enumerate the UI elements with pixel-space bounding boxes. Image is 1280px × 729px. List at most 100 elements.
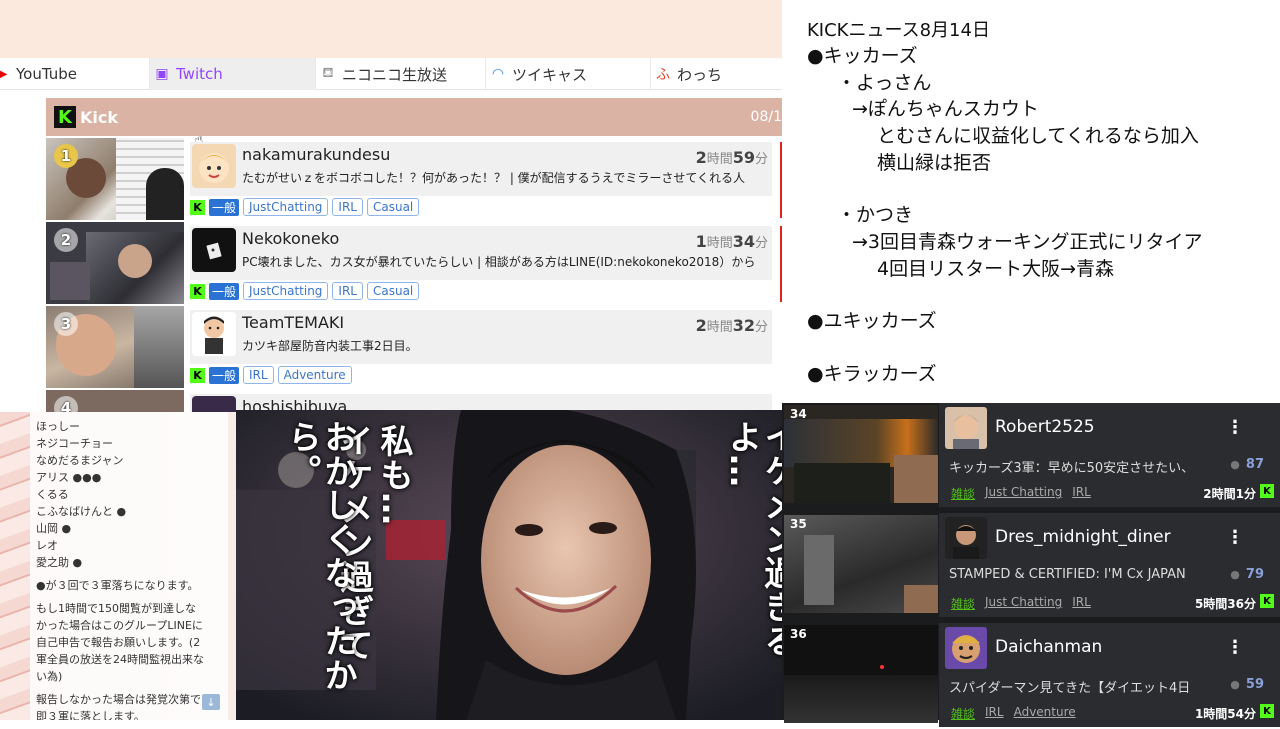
stream-thumbnail[interactable]: 4 [46,390,184,412]
stream-thumbnail[interactable]: 35 [784,515,938,613]
rank-badge: 2 [54,228,78,252]
kick-icon: K [1260,594,1274,608]
avatar [192,144,236,188]
tab-niconico[interactable]: ⛾ ニコニコ生放送 [316,58,486,90]
stream-description: たむがせいｚをボコボコした！？何があった！？ | 僕が配信するうえでミラーさせて… [242,171,745,185]
tag[interactable]: Casual [366,282,420,300]
notes-line: ・よっさん [837,72,932,94]
kick-icon: K [190,283,205,299]
tag-link[interactable]: IRL [985,705,1004,722]
ranking-item[interactable]: 36 Daichanman ⋮ スパイダーマン見てきた【ダイエット4日 ● 59 … [782,623,1280,729]
chat-line: レオ [36,539,58,552]
category-badge[interactable]: 一般 [209,282,240,300]
notes-line: ●キラッカーズ [807,363,937,385]
stream-info[interactable]: Daichanman ⋮ スパイダーマン見てきた【ダイエット4日 ● 59 雑談 … [939,623,1280,727]
tab-whowatch[interactable]: ふ わっち [651,58,782,90]
chat-line: い為) [36,670,63,683]
stream-card[interactable]: Nekokoneko 1時間34分 PC壊れました、カス女が暴れていたらしい |… [190,226,772,280]
rank-number: 35 [790,517,807,531]
stream-tags: K 一般 JustChatting IRL Casual [190,198,420,216]
tag[interactable]: IRL [332,282,363,300]
tag-link[interactable]: Just Chatting [985,595,1062,612]
stream-thumbnail[interactable]: 2 [46,222,184,304]
scroll-down-icon[interactable]: ↓ [202,694,220,710]
news-notes: KICKニュース8月14日 ●キッカーズ ・よっさん →ぽんちゃんスカウト とむ… [782,0,1280,403]
tag-link[interactable]: Just Chatting [985,485,1062,502]
category-badge[interactable]: 一般 [209,366,240,384]
tag-link[interactable]: IRL [1072,595,1091,612]
category-badge[interactable]: 一般 [209,198,240,216]
tag[interactable]: Adventure [277,366,352,384]
tag[interactable]: IRL [243,366,274,384]
tab-twitch[interactable]: ▣ Twitch ☝ [150,58,316,149]
notes-line: ・かつき [837,204,914,226]
tag-link[interactable]: Adventure [1014,705,1076,722]
tab-twitcasting[interactable]: ◠ ツイキャス [486,58,651,90]
stream-tags: K 一般 IRL Adventure [190,366,352,384]
stream-row[interactable]: 2 Nekokoneko 1時間34分 PC壊れました、カス女が暴れていたらしい… [46,222,782,306]
more-menu-icon[interactable]: ⋮ [1226,527,1244,548]
rank-number: 34 [790,407,807,421]
avatar [945,627,987,669]
tag[interactable]: Casual [366,198,420,216]
viewer-icon: ● [1230,458,1240,471]
platform-tabs: ▶ YouTube ▣ Twitch ☝ ⛾ ニコニコ生放送 ◠ ツイキャス ふ… [0,58,782,149]
avatar [945,407,987,449]
stream-card[interactable]: nakamurakundesu 2時間59分 たむがせいｚをボコボコした！？何が… [190,142,772,196]
more-menu-icon[interactable]: ⋮ [1226,637,1244,658]
stream-row[interactable]: 4 hoshishibuya [46,390,782,412]
tab-label: ニコニコ生放送 [342,65,448,84]
notes-line: ●ユキッカーズ [807,310,937,332]
stream-card[interactable]: TeamTEMAKI 2時間32分 カツキ部屋防音内装工事2日目。 [190,310,772,364]
chat-line: 報告しなかった場合は発覚次第で [36,693,201,706]
viewer-icon: ● [1230,678,1240,691]
chat-line: こふなばけんと ● [36,505,127,518]
stream-name[interactable]: Daichanman [995,637,1102,657]
stream-name[interactable]: Nekokoneko [242,229,339,248]
video-frame: イケメン過ぎるよ… 私も… イケメン過ぎて おかしくなったから。 [236,410,782,720]
stream-info[interactable]: Dres_midnight_diner ⋮ STAMPED & CERTIFIE… [939,513,1280,617]
stream-thumbnail[interactable]: 36 [784,625,938,723]
notes-line: ●キッカーズ [807,45,918,67]
tag[interactable]: IRL [332,198,363,216]
stream-row[interactable]: 3 TeamTEMAKI 2時間32分 カツキ部屋防音内装工事2日目。 K 一般… [46,306,782,390]
avatar [192,228,236,272]
chat-line: 自己申告で報告お願いします。(2 [36,636,201,649]
kick-icon: K [190,367,205,383]
stream-tags: K 一般 JustChatting IRL Casual [190,282,420,300]
stream-thumbnail[interactable]: 34 [784,405,938,503]
tab-label: YouTube [16,65,77,83]
stream-name[interactable]: Robert2525 [995,417,1095,437]
notes-line: →ぽんちゃんスカウト [852,98,1039,120]
tag[interactable]: JustChatting [243,282,329,300]
stream-name[interactable]: Dres_midnight_diner [995,527,1171,547]
video-caption: おかしくなったから。 [283,420,358,692]
ranking-item[interactable]: 35 Dres_midnight_diner ⋮ STAMPED & CERTI… [782,513,1280,619]
notes-line: 横山緑は拒否 [877,152,992,174]
tag[interactable]: JustChatting [243,198,329,216]
stream-name[interactable]: TeamTEMAKI [242,313,344,332]
top-bar [0,0,782,58]
rank-number: 36 [790,627,807,641]
tab-label: わっち [677,65,723,84]
decorative-stripes [0,412,30,720]
stream-info[interactable]: Robert2525 ⋮ キッカーズ3軍：早めに50安定させたい、 ● 87 雑談… [939,403,1280,507]
stream-row[interactable]: 1 nakamurakundesu 2時間59分 たむがせいｚをボコボコした！？… [46,138,782,222]
line-chat-screenshot: ほっしー ネジコーチョー なめだるまジャン アリス ●●● くるる こふなばけん… [0,412,236,720]
chat-line: 即３軍に落とします。 [36,710,145,720]
stream-duration: 2時間32分 [695,316,768,335]
stream-description: PC壊れました、カス女が暴れていたらしい | 相談がある方はLINE(ID:ne… [242,255,756,269]
stream-thumbnail[interactable]: 3 [46,306,184,388]
tag-link[interactable]: IRL [1072,485,1091,502]
category-link[interactable]: 雑談 [951,705,975,722]
category-link[interactable]: 雑談 [951,595,975,612]
tab-youtube[interactable]: ▶ YouTube [0,58,150,90]
stream-name[interactable]: nakamurakundesu [242,145,390,164]
ranking-item[interactable]: 34 Robert2525 ⋮ キッカーズ3軍：早めに50安定させたい、 ● 87… [782,403,1280,509]
category-link[interactable]: 雑談 [951,485,975,502]
chat-message: ほっしー ネジコーチョー なめだるまジャン アリス ●●● くるる こふなばけん… [30,412,228,720]
video-caption: 私も… [375,424,414,526]
chat-line: 山岡 ● [36,522,72,535]
stream-thumbnail[interactable]: 1 [46,138,184,220]
more-menu-icon[interactable]: ⋮ [1226,417,1244,438]
